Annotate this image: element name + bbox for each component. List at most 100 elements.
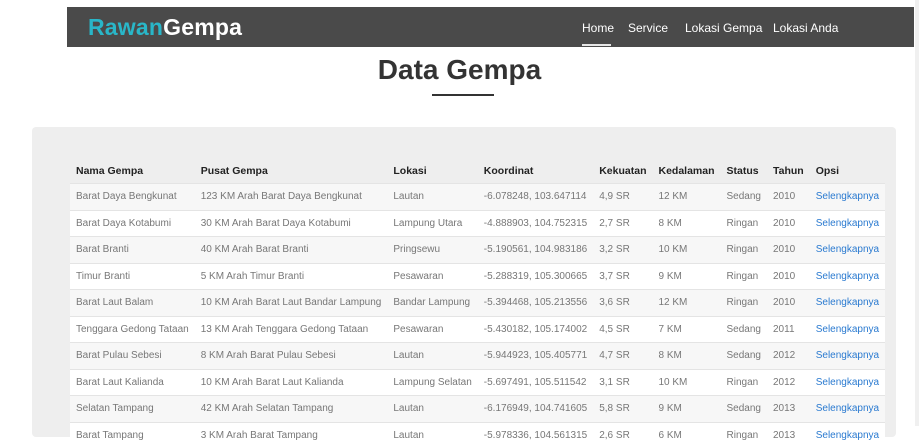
table-row: Barat Pulau Sebesi8 KM Arah Barat Pulau … (70, 343, 885, 370)
cell-kedalaman: 7 KM (652, 316, 720, 343)
cell-kedalaman: 12 KM (652, 290, 720, 317)
cell-status: Sedang (721, 396, 767, 423)
cell-kedalaman: 9 KM (652, 263, 720, 290)
selengkapnya-link[interactable]: Selengkapnya (810, 290, 885, 317)
nav-active-indicator (582, 44, 611, 46)
table-header-row: Nama Gempa Pusat Gempa Lokasi Koordinat … (70, 158, 885, 184)
selengkapnya-link[interactable]: Selengkapnya (810, 237, 885, 264)
cell-nama-gempa: Timur Branti (70, 263, 195, 290)
table-body: Barat Daya Bengkunat123 KM Arah Barat Da… (70, 184, 885, 448)
cell-kedalaman: 10 KM (652, 237, 720, 264)
cell-tahun: 2013 (767, 396, 810, 423)
cell-koordinat: -5.697491, 105.511542 (478, 369, 593, 396)
selengkapnya-link[interactable]: Selengkapnya (810, 369, 885, 396)
cell-status: Ringan (721, 263, 767, 290)
table-row: Selatan Tampang42 KM Arah Selatan Tampan… (70, 396, 885, 423)
cell-kekuatan: 3,6 SR (593, 290, 652, 317)
cell-pusat-gempa: 13 KM Arah Tenggara Gedong Tataan (195, 316, 388, 343)
cell-lokasi: Pesawaran (387, 263, 477, 290)
cell-koordinat: -5.394468, 105.213556 (478, 290, 593, 317)
brand-part-1: Rawan (88, 14, 163, 40)
cell-tahun: 2010 (767, 237, 810, 264)
cell-kekuatan: 3,1 SR (593, 369, 652, 396)
navbar: RawanGempa Home Service Lokasi Gempa Lok… (67, 7, 914, 47)
cell-nama-gempa: Selatan Tampang (70, 396, 195, 423)
header-koordinat: Koordinat (478, 158, 593, 184)
cell-kekuatan: 2,7 SR (593, 210, 652, 237)
cell-kedalaman: 8 KM (652, 210, 720, 237)
cell-lokasi: Lautan (387, 396, 477, 423)
title-divider (432, 94, 494, 96)
cell-pusat-gempa: 42 KM Arah Selatan Tampang (195, 396, 388, 423)
cell-tahun: 2010 (767, 263, 810, 290)
cell-kedalaman: 12 KM (652, 184, 720, 211)
cell-koordinat: -5.944923, 105.405771 (478, 343, 593, 370)
cell-pusat-gempa: 40 KM Arah Barat Branti (195, 237, 388, 264)
cell-koordinat: -5.190561, 104.983186 (478, 237, 593, 264)
nav-lokasi-gempa[interactable]: Lokasi Gempa (685, 21, 762, 35)
cell-lokasi: Bandar Lampung (387, 290, 477, 317)
cell-kedalaman: 10 KM (652, 369, 720, 396)
table-row: Tenggara Gedong Tataan13 KM Arah Tenggar… (70, 316, 885, 343)
page-scrollbar[interactable] (915, 0, 919, 426)
cell-status: Ringan (721, 210, 767, 237)
header-status: Status (721, 158, 767, 184)
selengkapnya-link[interactable]: Selengkapnya (810, 396, 885, 423)
cell-kedalaman: 8 KM (652, 343, 720, 370)
selengkapnya-link[interactable]: Selengkapnya (810, 184, 885, 211)
cell-nama-gempa: Barat Daya Bengkunat (70, 184, 195, 211)
header-nama-gempa: Nama Gempa (70, 158, 195, 184)
cell-tahun: 2012 (767, 369, 810, 396)
cell-status: Ringan (721, 290, 767, 317)
cell-tahun: 2010 (767, 290, 810, 317)
page-title: Data Gempa (0, 54, 919, 86)
cell-status: Sedang (721, 316, 767, 343)
cell-koordinat: -4.888903, 104.752315 (478, 210, 593, 237)
cell-kekuatan: 4,5 SR (593, 316, 652, 343)
table-row: Barat Daya Kotabumi30 KM Arah Barat Daya… (70, 210, 885, 237)
cell-koordinat: -5.288319, 105.300665 (478, 263, 593, 290)
cell-status: Ringan (721, 369, 767, 396)
header-tahun: Tahun (767, 158, 810, 184)
header-opsi: Opsi (810, 158, 885, 184)
cell-kekuatan: 4,9 SR (593, 184, 652, 211)
cell-status: Sedang (721, 343, 767, 370)
selengkapnya-link[interactable]: Selengkapnya (810, 316, 885, 343)
header-kedalaman: Kedalaman (652, 158, 720, 184)
earthquake-table: Nama Gempa Pusat Gempa Lokasi Koordinat … (70, 158, 885, 448)
nav-service[interactable]: Service (628, 21, 668, 35)
cell-kedalaman: 9 KM (652, 396, 720, 423)
cell-tahun: 2010 (767, 210, 810, 237)
cell-kekuatan: 4,7 SR (593, 343, 652, 370)
cell-tahun: 2010 (767, 184, 810, 211)
table-row: Barat Laut Kalianda10 KM Arah Barat Laut… (70, 369, 885, 396)
cell-lokasi: Pringsewu (387, 237, 477, 264)
cell-status: Ringan (721, 237, 767, 264)
cell-pusat-gempa: 8 KM Arah Barat Pulau Sebesi (195, 343, 388, 370)
cell-status: Sedang (721, 184, 767, 211)
cell-kekuatan: 5,8 SR (593, 396, 652, 423)
cell-nama-gempa: Tenggara Gedong Tataan (70, 316, 195, 343)
cell-nama-gempa: Barat Pulau Sebesi (70, 343, 195, 370)
cell-koordinat: -6.176949, 104.741605 (478, 396, 593, 423)
header-lokasi: Lokasi (387, 158, 477, 184)
brand-logo[interactable]: RawanGempa (88, 14, 242, 41)
cell-pusat-gempa: 123 KM Arah Barat Daya Bengkunat (195, 184, 388, 211)
selengkapnya-link[interactable]: Selengkapnya (810, 210, 885, 237)
cell-lokasi: Lautan (387, 184, 477, 211)
cell-pusat-gempa: 5 KM Arah Timur Branti (195, 263, 388, 290)
cell-nama-gempa: Barat Daya Kotabumi (70, 210, 195, 237)
header-kekuatan: Kekuatan (593, 158, 652, 184)
cell-nama-gempa: Barat Laut Kalianda (70, 369, 195, 396)
cell-tahun: 2011 (767, 316, 810, 343)
nav-home[interactable]: Home (582, 21, 614, 35)
cell-koordinat: -5.430182, 105.174002 (478, 316, 593, 343)
selengkapnya-link[interactable]: Selengkapnya (810, 343, 885, 370)
nav-lokasi-anda[interactable]: Lokasi Anda (773, 21, 838, 35)
table-row: Barat Branti40 KM Arah Barat BrantiPring… (70, 237, 885, 264)
cell-kekuatan: 3,7 SR (593, 263, 652, 290)
cell-tahun: 2012 (767, 343, 810, 370)
selengkapnya-link[interactable]: Selengkapnya (810, 263, 885, 290)
cell-koordinat: -6.078248, 103.647114 (478, 184, 593, 211)
cell-pusat-gempa: 30 KM Arah Barat Daya Kotabumi (195, 210, 388, 237)
